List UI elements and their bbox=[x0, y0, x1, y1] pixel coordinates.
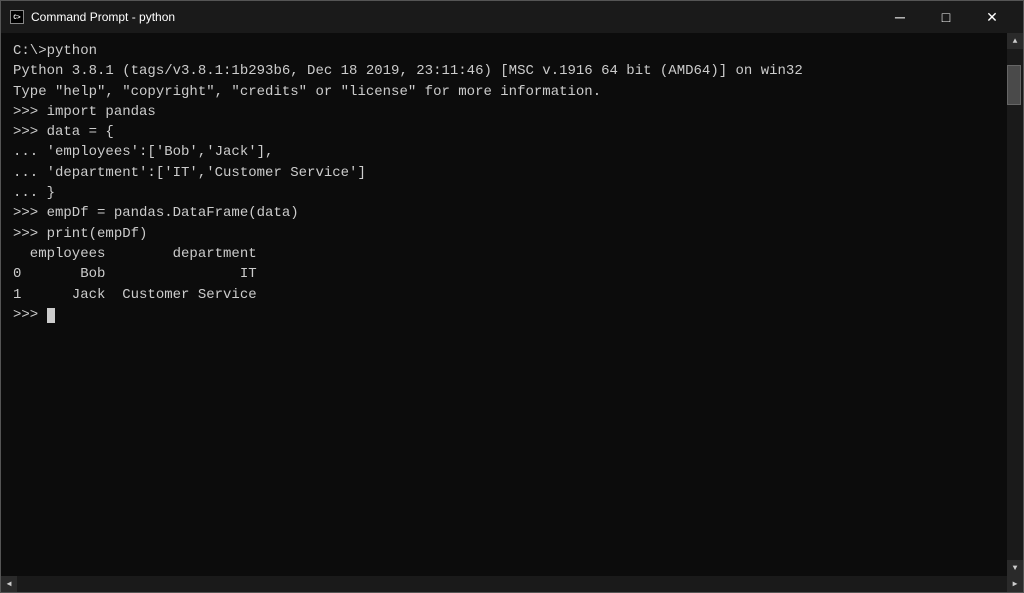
cursor-blink bbox=[47, 308, 55, 323]
cmd-icon bbox=[9, 9, 25, 25]
close-button[interactable]: ✕ bbox=[969, 1, 1015, 33]
console-line: ... } bbox=[13, 183, 995, 203]
console-line: 0 Bob IT bbox=[13, 264, 995, 284]
title-bar-left: Command Prompt - python bbox=[9, 9, 175, 25]
scroll-up-arrow[interactable]: ▲ bbox=[1007, 33, 1023, 49]
console-line: ... 'employees':['Bob','Jack'], bbox=[13, 142, 995, 162]
title-bar: Command Prompt - python ─ □ ✕ bbox=[1, 1, 1023, 33]
horizontal-scrollbar-track[interactable] bbox=[17, 576, 1007, 592]
console-output[interactable]: C:\>python Python 3.8.1 (tags/v3.8.1:1b2… bbox=[1, 33, 1007, 576]
console-line: Python 3.8.1 (tags/v3.8.1:1b293b6, Dec 1… bbox=[13, 61, 995, 81]
scrollbar-track[interactable] bbox=[1007, 49, 1023, 560]
console-line: >>> empDf = pandas.DataFrame(data) bbox=[13, 203, 995, 223]
minimize-button[interactable]: ─ bbox=[877, 1, 923, 33]
console-line: >>> print(empDf) bbox=[13, 224, 995, 244]
scroll-down-arrow[interactable]: ▼ bbox=[1007, 560, 1023, 576]
console-line: 1 Jack Customer Service bbox=[13, 285, 995, 305]
scroll-right-arrow[interactable]: ▶ bbox=[1007, 576, 1023, 592]
scroll-left-arrow[interactable]: ◀ bbox=[1, 576, 17, 592]
console-line: employees department bbox=[13, 244, 995, 264]
vertical-scrollbar[interactable]: ▲ ▼ bbox=[1007, 33, 1023, 576]
scrollbar-thumb[interactable] bbox=[1007, 65, 1021, 105]
cmd-window: Command Prompt - python ─ □ ✕ C:\>python… bbox=[0, 0, 1024, 593]
console-line: >>> data = { bbox=[13, 122, 995, 142]
console-line: ... 'department':['IT','Customer Service… bbox=[13, 163, 995, 183]
console-line: C:\>python bbox=[13, 41, 995, 61]
console-prompt-line: >>> bbox=[13, 305, 995, 325]
maximize-button[interactable]: □ bbox=[923, 1, 969, 33]
window-controls: ─ □ ✕ bbox=[877, 1, 1015, 33]
console-line: >>> import pandas bbox=[13, 102, 995, 122]
window-title: Command Prompt - python bbox=[31, 10, 175, 24]
horizontal-scrollbar[interactable]: ◀ ▶ bbox=[1, 576, 1023, 592]
console-area: C:\>python Python 3.8.1 (tags/v3.8.1:1b2… bbox=[1, 33, 1023, 576]
console-line: Type "help", "copyright", "credits" or "… bbox=[13, 82, 995, 102]
